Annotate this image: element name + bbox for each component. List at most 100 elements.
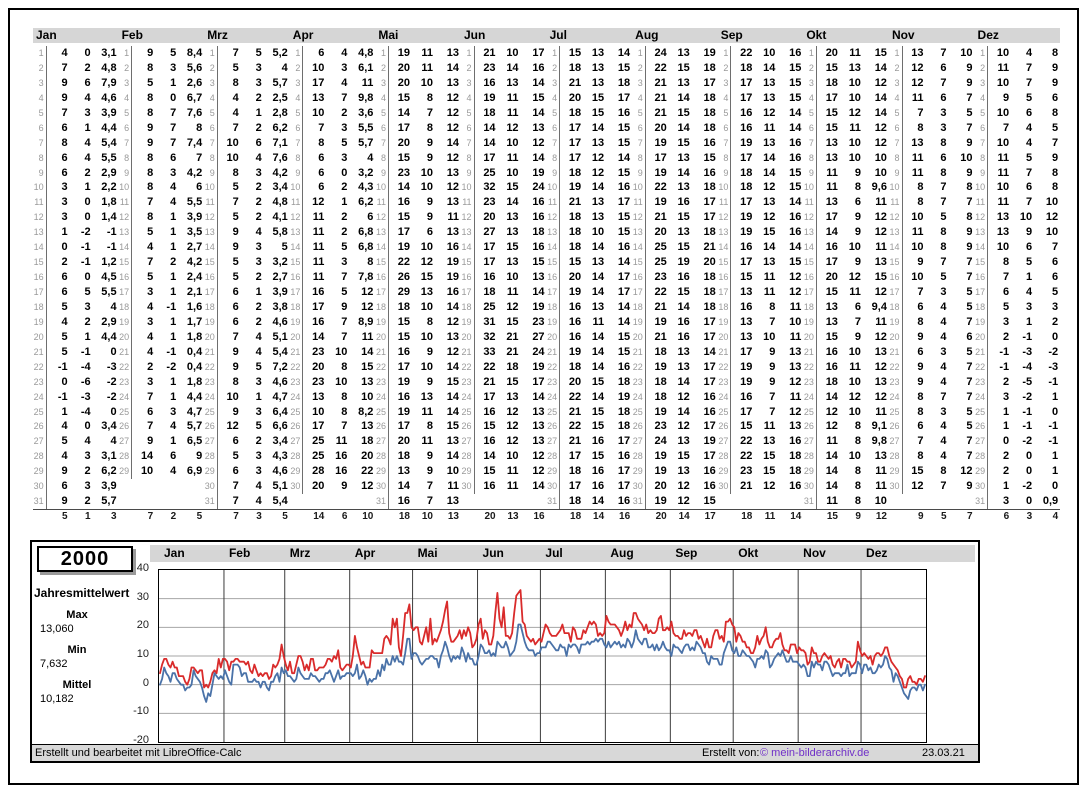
cell-mittel[interactable]: 3,9 — [93, 106, 119, 121]
cell-min[interactable]: 15 — [498, 240, 521, 255]
cell-mittel[interactable]: 9,6 — [863, 180, 889, 195]
cell-max[interactable]: 23 — [475, 61, 498, 76]
cell-max[interactable]: 17 — [560, 121, 583, 136]
cell-mittel[interactable]: 7,9 — [93, 76, 119, 91]
cell-mittel[interactable]: 18 — [606, 375, 632, 390]
cell-max[interactable]: 17 — [731, 405, 754, 420]
cell-max[interactable]: 17 — [303, 419, 326, 434]
cell-max[interactable]: 18 — [560, 225, 583, 240]
cell-max[interactable]: 4 — [218, 91, 241, 106]
cell-max[interactable]: 7 — [903, 285, 926, 300]
cell-mittel[interactable]: 0 — [93, 345, 119, 360]
cell-mittel[interactable] — [949, 494, 975, 509]
cell-max[interactable]: 17 — [475, 390, 498, 405]
cell-max[interactable]: 19 — [475, 91, 498, 106]
cell-mittel[interactable]: 6 — [349, 210, 375, 225]
cell-min[interactable]: 5 — [241, 46, 264, 61]
cell-mittel[interactable]: 16 — [606, 180, 632, 195]
cell-min[interactable] — [155, 479, 178, 494]
cell-max[interactable]: 6 — [47, 285, 70, 300]
cell-max[interactable]: 5 — [132, 225, 155, 240]
cell-max[interactable]: 2 — [47, 255, 70, 270]
cell-max[interactable]: 16 — [817, 345, 840, 360]
cell-max[interactable]: 32 — [475, 180, 498, 195]
cell-max[interactable]: 3 — [988, 494, 1011, 509]
cell-min[interactable]: 0 — [70, 210, 93, 225]
cell-max[interactable]: 10 — [303, 106, 326, 121]
cell-mittel[interactable]: 5 — [1034, 121, 1060, 136]
footer-credit-link[interactable]: © mein-bilderarchiv.de — [760, 746, 869, 761]
cell-max[interactable]: 10 — [303, 405, 326, 420]
cell-min[interactable]: 9 — [840, 255, 863, 270]
cell-max[interactable]: 9 — [903, 330, 926, 345]
cell-min[interactable]: 2 — [241, 270, 264, 285]
cell-mittel[interactable]: 12 — [435, 106, 461, 121]
cell-min[interactable]: 4 — [70, 151, 93, 166]
cell-mittel[interactable]: 13 — [435, 225, 461, 240]
cell-min[interactable]: 6 — [155, 151, 178, 166]
cell-mittel[interactable]: 6,2 — [93, 464, 119, 479]
cell-max[interactable]: -1 — [988, 360, 1011, 375]
cell-min[interactable]: 7 — [926, 255, 949, 270]
cell-max[interactable]: 4 — [47, 315, 70, 330]
cell-min[interactable]: 10 — [1011, 210, 1034, 225]
cell-min[interactable]: -1 — [1011, 330, 1034, 345]
cell-min[interactable]: 11 — [412, 434, 435, 449]
cell-min[interactable]: 3 — [241, 255, 264, 270]
cell-mittel[interactable]: 12 — [863, 76, 889, 91]
cell-mittel[interactable]: 10 — [777, 315, 803, 330]
cell-mittel[interactable]: 14 — [777, 121, 803, 136]
cell-min[interactable]: 9 — [840, 210, 863, 225]
cell-min[interactable]: 13 — [498, 390, 521, 405]
cell-max[interactable]: 21 — [475, 46, 498, 61]
cell-min[interactable]: 2 — [326, 180, 349, 195]
cell-min[interactable]: 4 — [241, 151, 264, 166]
cell-max[interactable]: 7 — [218, 479, 241, 494]
cell-max[interactable] — [903, 494, 926, 509]
cell-max[interactable]: 22 — [475, 360, 498, 375]
cell-min[interactable]: 4 — [241, 345, 264, 360]
cell-min[interactable]: 13 — [669, 434, 692, 449]
cell-min[interactable] — [926, 494, 949, 509]
cell-min[interactable]: 3 — [926, 285, 949, 300]
cell-min[interactable]: -1 — [1011, 419, 1034, 434]
cell-min[interactable]: 14 — [583, 390, 606, 405]
cell-min[interactable]: 8 — [754, 300, 777, 315]
cell-max[interactable]: 11 — [303, 225, 326, 240]
cell-mittel[interactable]: 17 — [692, 360, 718, 375]
cell-max[interactable]: 16 — [560, 330, 583, 345]
cell-max[interactable]: 18 — [560, 210, 583, 225]
cell-min[interactable]: 15 — [754, 464, 777, 479]
cell-min[interactable]: 10 — [840, 136, 863, 151]
cell-min[interactable]: 8 — [840, 434, 863, 449]
cell-max[interactable]: 16 — [389, 390, 412, 405]
cell-min[interactable]: 7 — [754, 405, 777, 420]
cell-min[interactable]: 9 — [754, 345, 777, 360]
cell-max[interactable]: 10 — [988, 106, 1011, 121]
cell-max[interactable]: 27 — [475, 225, 498, 240]
cell-mittel[interactable]: 8 — [1034, 46, 1060, 61]
cell-min[interactable]: 13 — [583, 76, 606, 91]
cell-min[interactable]: 14 — [583, 240, 606, 255]
cell-min[interactable]: 11 — [498, 479, 521, 494]
cell-mittel[interactable]: 14 — [777, 240, 803, 255]
cell-mittel[interactable]: 13 — [521, 434, 547, 449]
cell-mittel[interactable]: 7,1 — [264, 136, 290, 151]
cell-mittel[interactable]: 12 — [863, 225, 889, 240]
cell-mittel[interactable]: 7 — [949, 315, 975, 330]
cell-max[interactable]: 21 — [560, 76, 583, 91]
cell-mittel[interactable]: 16 — [692, 390, 718, 405]
cell-min[interactable]: -2 — [1011, 390, 1034, 405]
cell-mittel[interactable]: 6,1 — [349, 61, 375, 76]
cell-mittel[interactable]: 15 — [435, 419, 461, 434]
cell-min[interactable]: 10 — [840, 151, 863, 166]
cell-max[interactable]: 5 — [47, 434, 70, 449]
cell-mittel[interactable]: 5,4 — [264, 345, 290, 360]
cell-min[interactable]: 1 — [155, 270, 178, 285]
cell-min[interactable]: 1 — [155, 76, 178, 91]
cell-min[interactable]: 14 — [669, 300, 692, 315]
cell-min[interactable]: 10 — [840, 240, 863, 255]
cell-max[interactable]: 13 — [303, 91, 326, 106]
cell-min[interactable]: 13 — [754, 136, 777, 151]
cell-min[interactable]: 10 — [412, 360, 435, 375]
